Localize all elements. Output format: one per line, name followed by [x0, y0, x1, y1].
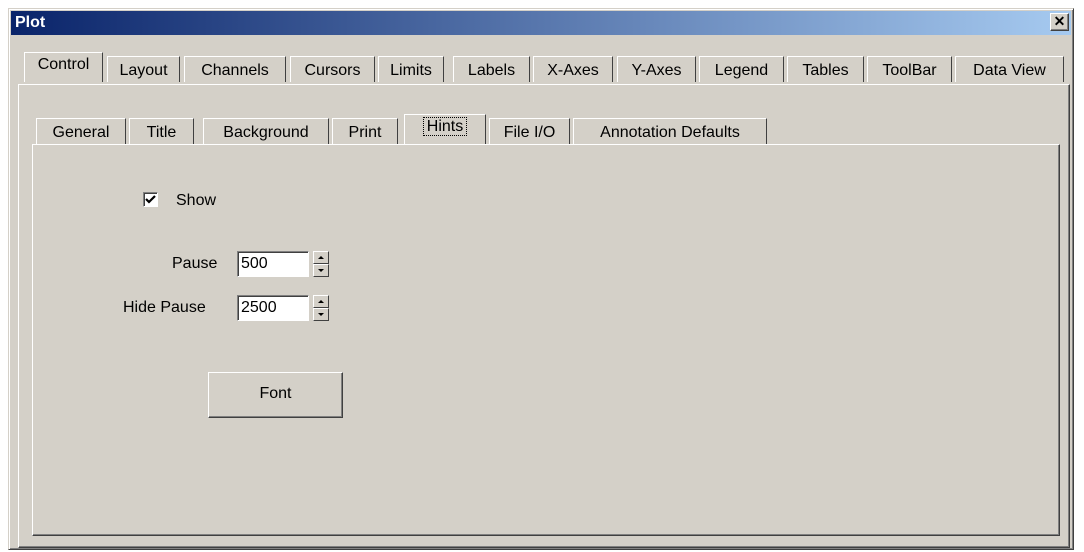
subtab-background[interactable]: Background [203, 118, 329, 144]
font-button[interactable]: Font [208, 372, 343, 418]
pause-spinner[interactable] [313, 251, 329, 277]
tab-data-view[interactable]: Data View [955, 56, 1064, 82]
tab-tables[interactable]: Tables [787, 56, 864, 82]
show-checkbox[interactable] [143, 192, 158, 207]
pause-input[interactable]: 500 [237, 251, 309, 277]
tab-labels[interactable]: Labels [453, 56, 530, 82]
tab-x-axes[interactable]: X-Axes [533, 56, 613, 82]
title-bar[interactable]: Plot ✕ [11, 11, 1071, 35]
close-button[interactable]: ✕ [1050, 13, 1069, 31]
close-icon: ✕ [1053, 13, 1066, 29]
subtab-annotation-defaults[interactable]: Annotation Defaults [573, 118, 767, 144]
arrow-down-icon [318, 313, 324, 316]
window-title: Plot [15, 14, 46, 31]
tab-cursors[interactable]: Cursors [290, 56, 375, 82]
tab-control[interactable]: Control [24, 52, 103, 82]
pause-label: Pause [172, 255, 218, 272]
subtab-hints[interactable]: Hints [404, 114, 486, 144]
hide-pause-down-button[interactable] [313, 308, 329, 321]
arrow-up-icon [318, 300, 324, 303]
checkmark-icon [145, 195, 156, 204]
tab-channels[interactable]: Channels [184, 56, 286, 82]
hide-pause-input[interactable]: 2500 [237, 295, 309, 321]
arrow-down-icon [318, 269, 324, 272]
tab-layout[interactable]: Layout [107, 56, 180, 82]
arrow-up-icon [318, 256, 324, 259]
subtab-print[interactable]: Print [332, 118, 398, 144]
pause-down-button[interactable] [313, 264, 329, 277]
hide-pause-spinner[interactable] [313, 295, 329, 321]
subtab-hints-label: Hints [422, 117, 468, 136]
subtab-title[interactable]: Title [129, 118, 194, 144]
show-label: Show [176, 192, 217, 209]
subtab-general[interactable]: General [36, 118, 126, 144]
tab-y-axes[interactable]: Y-Axes [617, 56, 696, 82]
hide-pause-up-button[interactable] [313, 295, 329, 308]
hide-pause-label: Hide Pause [123, 299, 206, 316]
tab-toolbar[interactable]: ToolBar [867, 56, 952, 82]
tab-legend[interactable]: Legend [699, 56, 784, 82]
tab-limits[interactable]: Limits [378, 56, 444, 82]
pause-up-button[interactable] [313, 251, 329, 264]
subtab-file-io[interactable]: File I/O [489, 118, 570, 144]
